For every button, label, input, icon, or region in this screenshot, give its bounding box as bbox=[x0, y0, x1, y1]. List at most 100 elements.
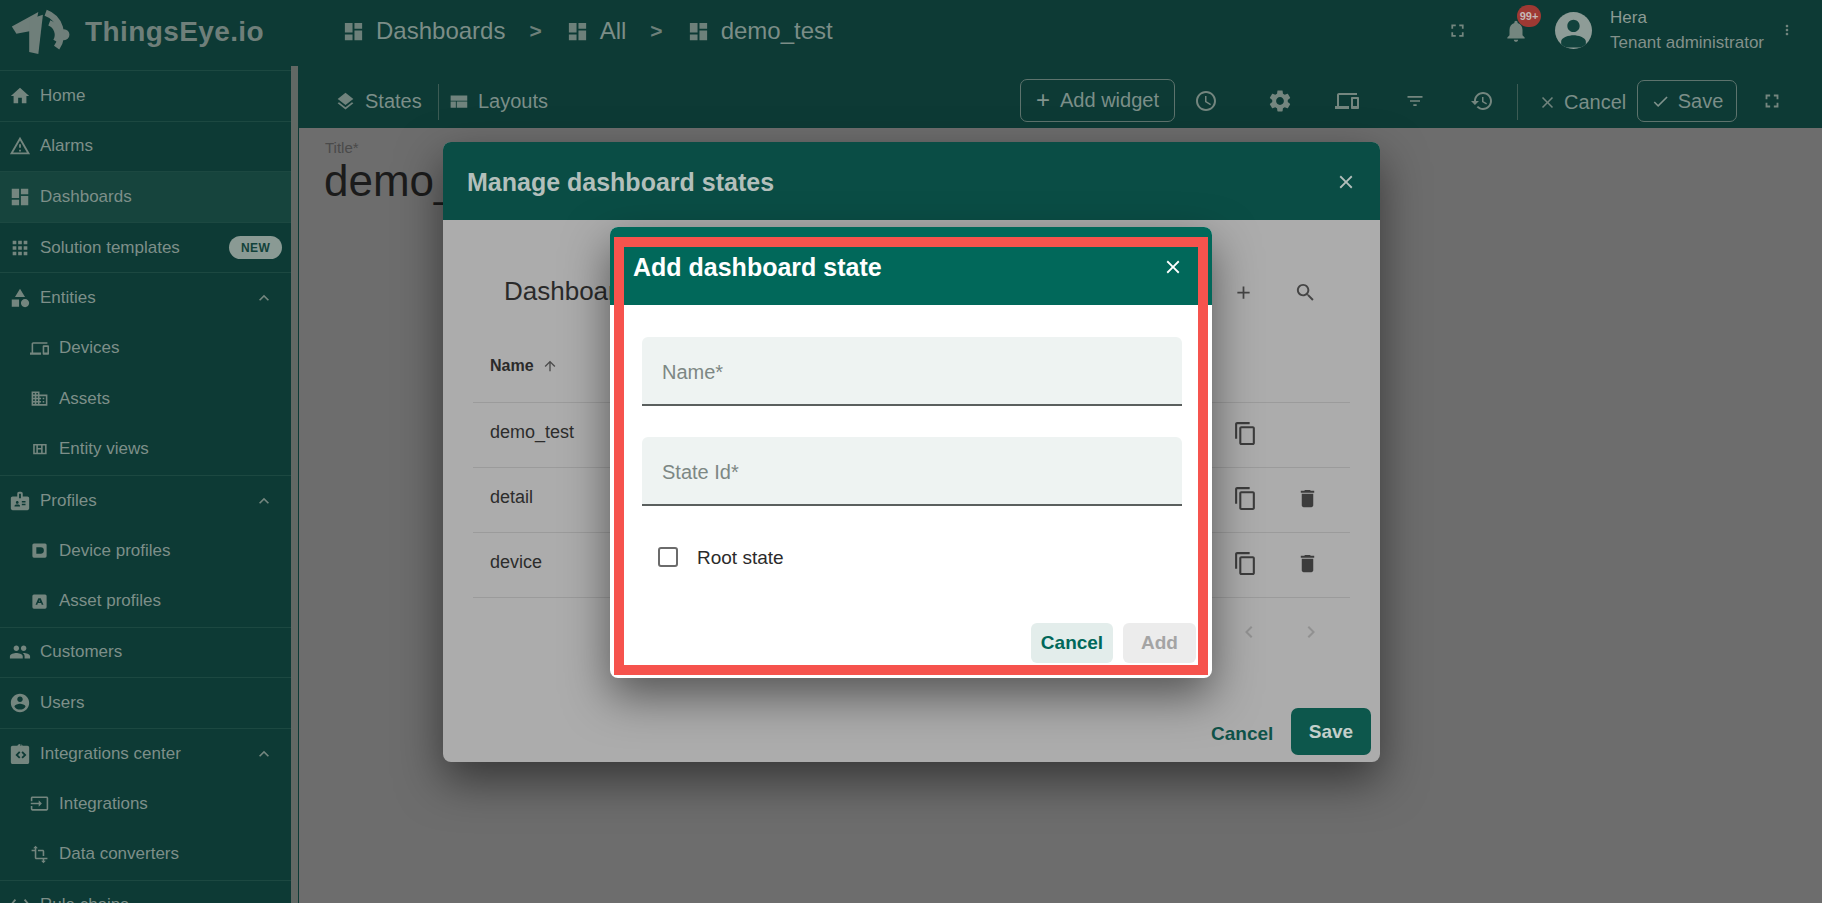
building-icon bbox=[30, 389, 49, 408]
add-dashboard-state-dialog: Add dashboard state Name* State Id* Root… bbox=[610, 227, 1212, 678]
sort-arrow-up-icon bbox=[542, 358, 558, 374]
delete-icon[interactable] bbox=[1296, 486, 1319, 511]
badge-icon bbox=[9, 490, 31, 512]
column-header-name[interactable]: Name bbox=[490, 357, 558, 375]
manage-cancel-button[interactable]: Cancel bbox=[1211, 723, 1273, 745]
sidebar-item-assets[interactable]: Assets bbox=[0, 374, 291, 425]
fullscreen-icon[interactable] bbox=[1447, 20, 1468, 41]
category-icon bbox=[9, 287, 31, 309]
rule-chain-icon bbox=[9, 894, 31, 903]
toolbar-cancel-label: Cancel bbox=[1564, 91, 1626, 114]
sidebar-item-asset-profiles[interactable]: Asset profiles bbox=[0, 576, 291, 627]
add-dialog-add-button[interactable]: Add bbox=[1123, 623, 1196, 663]
sidebar-item-customers[interactable]: Customers bbox=[0, 627, 291, 678]
devices-icon bbox=[30, 339, 49, 358]
state-row-name: device bbox=[490, 552, 542, 573]
sidebar-scrollbar[interactable] bbox=[291, 66, 298, 903]
home-icon bbox=[9, 85, 31, 107]
search-icon[interactable] bbox=[1294, 281, 1317, 304]
name-field[interactable]: Name* bbox=[642, 337, 1182, 406]
filter-icon[interactable] bbox=[1403, 91, 1427, 111]
account-circle-icon bbox=[9, 692, 31, 714]
toolbar-cancel-button[interactable]: Cancel bbox=[1538, 91, 1626, 114]
user-role: Tenant administrator bbox=[1610, 33, 1764, 53]
delete-icon[interactable] bbox=[1296, 551, 1319, 576]
toolbar-save-label: Save bbox=[1678, 90, 1724, 113]
chevron-up-icon[interactable] bbox=[254, 491, 274, 511]
layouts-button[interactable]: Layouts bbox=[448, 90, 548, 113]
state-row-name: demo_test bbox=[490, 422, 574, 443]
title-field-label: Title* bbox=[325, 139, 359, 156]
integration-icon bbox=[9, 743, 31, 765]
sidebar-item-data-converters[interactable]: Data converters bbox=[0, 829, 291, 880]
page-previous-icon[interactable] bbox=[1237, 620, 1261, 644]
dashboard-icon bbox=[687, 20, 710, 43]
add-state-icon[interactable] bbox=[1233, 282, 1254, 303]
page-next-icon[interactable] bbox=[1299, 620, 1323, 644]
states-button[interactable]: States bbox=[335, 90, 422, 113]
add-dialog-title: Add dashboard state bbox=[633, 253, 882, 282]
sidebar-item-users[interactable]: Users bbox=[0, 677, 291, 728]
new-badge: NEW bbox=[229, 236, 282, 259]
sidebar-item-devices[interactable]: Devices bbox=[0, 323, 291, 374]
sidebar-item-entity-views[interactable]: Entity views bbox=[0, 424, 291, 475]
sidebar-item-alarms[interactable]: Alarms bbox=[0, 121, 291, 172]
dashboard-icon bbox=[566, 20, 589, 43]
device-profile-icon bbox=[30, 541, 49, 560]
close-icon[interactable] bbox=[1162, 256, 1184, 278]
chevron-up-icon[interactable] bbox=[254, 744, 274, 764]
input-icon bbox=[30, 794, 49, 813]
brand-logo[interactable]: ThingsEye.io bbox=[10, 7, 264, 57]
copy-icon[interactable] bbox=[1233, 486, 1258, 511]
avatar[interactable] bbox=[1555, 12, 1592, 49]
root-state-checkbox[interactable] bbox=[658, 547, 678, 567]
breadcrumb-demo-test[interactable]: demo_test bbox=[687, 17, 833, 45]
layers-icon bbox=[335, 91, 356, 112]
breadcrumb: Dashboards > All > demo_test bbox=[342, 0, 833, 62]
state-id-field[interactable]: State Id* bbox=[642, 437, 1182, 506]
view-quilt-icon bbox=[30, 440, 49, 459]
root-state-label: Root state bbox=[697, 547, 784, 569]
add-widget-label: Add widget bbox=[1060, 89, 1159, 112]
breadcrumb-all[interactable]: All bbox=[566, 17, 627, 45]
breadcrumb-label: Dashboards bbox=[376, 17, 505, 45]
people-icon bbox=[9, 641, 31, 663]
sidebar-item-home[interactable]: Home bbox=[0, 70, 291, 121]
sidebar-item-dashboards[interactable]: Dashboards bbox=[0, 171, 291, 222]
breadcrumb-dashboards[interactable]: Dashboards bbox=[342, 17, 505, 45]
more-vert-icon[interactable] bbox=[1779, 17, 1795, 43]
warning-icon bbox=[9, 135, 31, 157]
history-icon[interactable] bbox=[1470, 89, 1494, 113]
add-dialog-cancel-button[interactable]: Cancel bbox=[1031, 623, 1113, 663]
fullscreen-icon[interactable] bbox=[1761, 90, 1783, 112]
close-icon[interactable] bbox=[1335, 171, 1357, 193]
asset-profile-icon bbox=[30, 592, 49, 611]
clock-icon[interactable] bbox=[1194, 89, 1218, 113]
copy-icon[interactable] bbox=[1233, 551, 1258, 576]
state-row-name: detail bbox=[490, 487, 533, 508]
user-name: Hera bbox=[1610, 8, 1647, 28]
sidebar-item-solution-templates[interactable]: Solution templates NEW bbox=[0, 222, 291, 273]
sidebar-item-profiles[interactable]: Profiles bbox=[0, 475, 291, 526]
toolbar-save-button[interactable]: Save bbox=[1637, 80, 1737, 122]
toolbar-separator bbox=[438, 84, 439, 120]
name-field-label: Name* bbox=[662, 361, 723, 384]
apps-grid-icon bbox=[9, 237, 31, 259]
add-widget-button[interactable]: + Add widget bbox=[1020, 79, 1175, 122]
close-icon bbox=[1538, 93, 1557, 112]
copy-icon[interactable] bbox=[1233, 421, 1258, 446]
manage-save-button[interactable]: Save bbox=[1291, 708, 1371, 755]
sidebar-item-device-profiles[interactable]: Device profiles bbox=[0, 525, 291, 576]
breadcrumb-separator: > bbox=[650, 19, 662, 43]
sidebar-item-integrations-center[interactable]: Integrations center bbox=[0, 728, 291, 779]
manage-dialog-title: Manage dashboard states bbox=[467, 168, 774, 197]
layouts-label: Layouts bbox=[478, 90, 548, 113]
devices-layout-icon[interactable] bbox=[1333, 89, 1361, 113]
check-icon bbox=[1651, 92, 1670, 111]
sidebar-item-entities[interactable]: Entities bbox=[0, 272, 291, 323]
sidebar-item-rule-chains[interactable]: Rule chains bbox=[0, 880, 291, 903]
chevron-up-icon[interactable] bbox=[254, 288, 274, 308]
sidebar-item-integrations[interactable]: Integrations bbox=[0, 778, 291, 829]
gear-icon[interactable] bbox=[1267, 88, 1293, 114]
breadcrumb-label: All bbox=[600, 17, 627, 45]
